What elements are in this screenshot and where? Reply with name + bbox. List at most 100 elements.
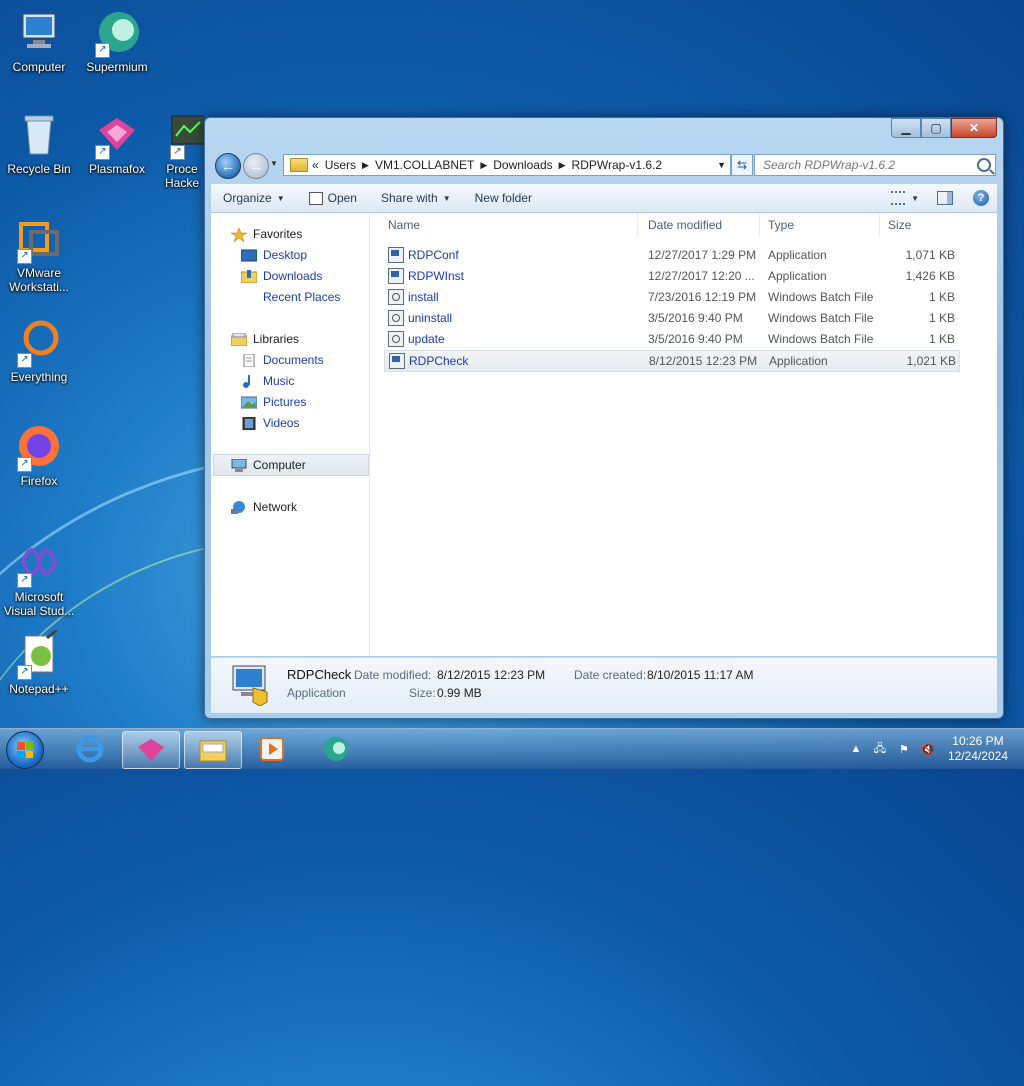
nav-label: Pictures: [263, 395, 307, 409]
shortcut-arrow-icon: ↗: [17, 457, 32, 472]
action-center-flag-icon[interactable]: ⚑: [897, 743, 911, 756]
desktop-icon-visual-studio[interactable]: ↗ Microsoft Visual Stud...: [2, 538, 76, 618]
vmware-icon: ↗: [15, 214, 63, 264]
desktop-icon-label: Computer: [12, 60, 66, 74]
desktop-icon-process-hacker[interactable]: ↗ Proce Hacke: [160, 110, 204, 190]
breadcrumb-downloads[interactable]: Downloads: [493, 158, 552, 172]
network-status-icon[interactable]: 🖧: [873, 743, 887, 755]
firefox-icon: ↗: [15, 422, 63, 472]
nav-libraries[interactable]: Libraries: [230, 332, 299, 346]
help-icon[interactable]: ?: [973, 190, 989, 206]
refresh-button[interactable]: ⇆: [731, 154, 753, 176]
close-button[interactable]: ✕: [951, 118, 997, 138]
desktop-icon-plasmafox[interactable]: ↗ Plasmafox: [80, 110, 154, 176]
column-header-type[interactable]: Type: [760, 213, 880, 237]
search-box[interactable]: [754, 154, 996, 176]
file-row-selected[interactable]: RDPCheck 8/12/2015 12:23 PM Application …: [384, 350, 960, 372]
nav-computer[interactable]: Computer: [231, 458, 306, 472]
back-button[interactable]: ←: [215, 153, 241, 179]
nav-downloads[interactable]: Downloads: [240, 269, 322, 283]
open-button[interactable]: Open: [297, 191, 369, 205]
recent-pages-dropdown[interactable]: ▼: [270, 159, 278, 168]
desktop-icon-vmware[interactable]: ↗ VMware Workstati...: [2, 214, 76, 294]
file-list[interactable]: Name Date modified Type Size RDPConf 12/…: [370, 213, 997, 656]
desktop-icon-everything[interactable]: ↗ Everything: [2, 318, 76, 384]
shortcut-arrow-icon: ↗: [17, 665, 32, 680]
address-dropdown-icon[interactable]: ▼: [717, 160, 726, 170]
shortcut-arrow-icon: ↗: [17, 249, 32, 264]
nav-documents[interactable]: Documents: [241, 353, 324, 367]
file-date: 3/5/2016 9:40 PM: [648, 311, 743, 325]
address-bar[interactable]: « Users ▶ VM1.COLLABNET ▶ Downloads ▶ RD…: [283, 154, 731, 176]
file-name: update: [408, 332, 445, 346]
change-view-icon[interactable]: [891, 191, 906, 205]
recycle-bin-icon: [15, 110, 63, 158]
show-hidden-icons-icon[interactable]: ▲: [849, 743, 863, 755]
desktop-icon-supermium[interactable]: ↗ Supermium: [80, 8, 154, 74]
taskbar-plasmafox[interactable]: [122, 731, 180, 769]
breadcrumb-separator-icon[interactable]: ▶: [480, 160, 487, 171]
taskbar-file-explorer[interactable]: [184, 731, 242, 769]
recent-places-icon: [241, 291, 257, 304]
new-folder-button[interactable]: New folder: [463, 191, 544, 205]
minimize-button[interactable]: ▁: [891, 118, 921, 138]
explorer-window[interactable]: ▁ ▢ ✕ ← → ▼ « Users ▶ VM1.COLLABNET ▶ Do…: [204, 117, 1004, 719]
search-input[interactable]: [761, 157, 975, 173]
search-icon: [977, 158, 991, 172]
desktop-icon-notepadpp[interactable]: ↗ Notepad++: [2, 628, 76, 696]
nav-recent-places[interactable]: Recent Places: [241, 290, 340, 304]
music-icon: [241, 374, 257, 388]
desktop-icon-label: Supermium: [86, 60, 148, 74]
chevron-down-icon[interactable]: ▼: [911, 194, 919, 203]
desktop-icon-computer[interactable]: Computer: [2, 8, 76, 74]
command-bar: Organize ▼ Open Share with ▼ New folder …: [211, 184, 997, 213]
desktop-icon-label: Firefox: [20, 474, 58, 488]
file-size: 1 KB: [928, 290, 955, 304]
clock-date: 12/24/2024: [947, 749, 1008, 763]
navigation-pane[interactable]: Favorites Desktop Downloads Recent Place…: [211, 213, 370, 656]
chevron-down-icon: ▼: [276, 193, 285, 203]
nav-network[interactable]: Network: [231, 500, 297, 514]
taskbar: ▲ 🖧 ⚑ 🔇 10:26 PM 12/24/2024: [0, 728, 1024, 769]
file-row[interactable]: RDPConf 12/27/2017 1:29 PM Application 1…: [384, 245, 958, 265]
taskbar-media-player[interactable]: [244, 731, 300, 767]
breadcrumb-users[interactable]: Users: [325, 158, 356, 172]
volume-muted-icon[interactable]: 🔇: [921, 743, 935, 756]
nav-pictures[interactable]: Pictures: [240, 395, 307, 409]
plasmafox-icon: [138, 739, 164, 761]
taskbar-internet-explorer[interactable]: [62, 731, 118, 767]
maximize-button[interactable]: ▢: [921, 118, 951, 138]
computer-icon: [15, 8, 63, 56]
desktop-icon-firefox[interactable]: ↗ Firefox: [2, 422, 76, 488]
column-header-size[interactable]: Size: [880, 213, 990, 237]
nav-videos[interactable]: Videos: [241, 416, 299, 430]
share-with-button[interactable]: Share with ▼: [369, 191, 463, 205]
file-date: 8/12/2015 12:23 PM: [649, 354, 758, 368]
breadcrumb-separator-icon[interactable]: ▶: [362, 160, 369, 171]
file-row[interactable]: uninstall 3/5/2016 9:40 PM Windows Batch…: [384, 308, 958, 328]
breadcrumb-separator-icon[interactable]: ▶: [559, 160, 566, 171]
nav-desktop[interactable]: Desktop: [240, 248, 307, 262]
breadcrumb-current-folder[interactable]: RDPWrap-v1.6.2: [572, 158, 662, 172]
file-row[interactable]: RDPWInst 12/27/2017 12:20 ... Applicatio…: [384, 266, 958, 286]
file-row[interactable]: install 7/23/2016 12:19 PM Windows Batch…: [384, 287, 958, 307]
breadcrumb-overflow[interactable]: «: [312, 158, 319, 172]
nav-favorites[interactable]: Favorites: [230, 226, 302, 243]
window-controls: ▁ ▢ ✕: [891, 118, 997, 138]
new-folder-label: New folder: [474, 191, 532, 205]
nav-music[interactable]: Music: [241, 374, 294, 388]
preview-pane-icon[interactable]: [937, 191, 953, 205]
column-header-date-modified[interactable]: Date modified: [640, 213, 760, 237]
forward-button[interactable]: →: [243, 153, 269, 179]
start-button[interactable]: [6, 731, 44, 769]
column-header-name[interactable]: Name: [370, 213, 638, 237]
column-header-label: Date modified: [648, 218, 723, 232]
file-date: 12/27/2017 1:29 PM: [648, 248, 757, 262]
share-with-label: Share with: [380, 191, 438, 205]
organize-button[interactable]: Organize ▼: [211, 191, 297, 205]
file-row[interactable]: update 3/5/2016 9:40 PM Windows Batch Fi…: [384, 329, 958, 349]
taskbar-supermium[interactable]: [308, 731, 364, 767]
breadcrumb-user-folder[interactable]: VM1.COLLABNET: [375, 158, 474, 172]
desktop-icon-recycle-bin[interactable]: Recycle Bin: [2, 110, 76, 176]
clock[interactable]: 10:26 PM 12/24/2024: [948, 734, 1008, 764]
